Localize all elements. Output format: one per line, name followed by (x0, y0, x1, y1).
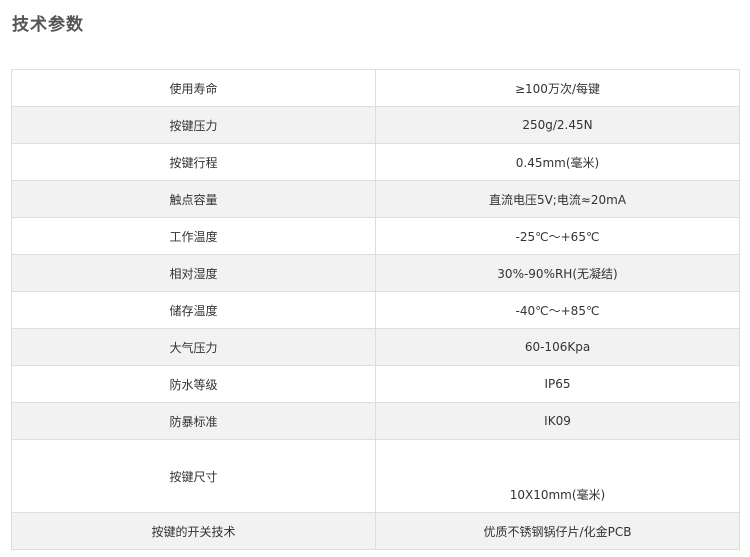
spec-label: 按键压力 (11, 106, 376, 144)
table-row: 相对湿度 30%-90%RH(无凝结) (11, 254, 740, 292)
table-row: 触点容量 直流电压5V;电流≈20mA (11, 180, 740, 218)
table-row: 工作温度 -25℃～+65℃ (11, 217, 740, 255)
spec-label: 防暴标准 (11, 402, 376, 440)
table-row: 使用寿命 ≥100万次/每键 (11, 69, 740, 107)
table-row: 按键的开关技术 优质不锈钢锅仔片/化金PCB (11, 512, 740, 550)
spec-value: 30%-90%RH(无凝结) (375, 254, 740, 292)
spec-label: 相对湿度 (11, 254, 376, 292)
spec-value: IK09 (375, 402, 740, 440)
table-row: 按键行程 0.45mm(毫米) (11, 143, 740, 181)
table-row: 储存温度 -40℃～+85℃ (11, 291, 740, 329)
spec-value: 250g/2.45N (375, 106, 740, 144)
spec-label: 储存温度 (11, 291, 376, 329)
spec-table: 使用寿命 ≥100万次/每键 按键压力 250g/2.45N 按键行程 0.45… (11, 69, 740, 550)
table-row: 防暴标准 IK09 (11, 402, 740, 440)
page-title: 技术参数 (12, 15, 84, 35)
spec-label: 大气压力 (11, 328, 376, 366)
table-row: 防水等级 IP65 (11, 365, 740, 403)
spec-label: 触点容量 (11, 180, 376, 218)
table-row: 按键尺寸 10X10mm(毫米) (11, 439, 740, 513)
spec-value: 10X10mm(毫米) (375, 439, 740, 513)
spec-label: 使用寿命 (11, 69, 376, 107)
spec-label: 按键的开关技术 (11, 512, 376, 550)
spec-value: 60-106Kpa (375, 328, 740, 366)
spec-value: IP65 (375, 365, 740, 403)
spec-value: 直流电压5V;电流≈20mA (375, 180, 740, 218)
spec-value: 优质不锈钢锅仔片/化金PCB (375, 512, 740, 550)
spec-label: 工作温度 (11, 217, 376, 255)
spec-value: ≥100万次/每键 (375, 69, 740, 107)
spec-value: -25℃～+65℃ (375, 217, 740, 255)
spec-label: 按键尺寸 (11, 439, 376, 513)
spec-label: 按键行程 (11, 143, 376, 181)
spec-label: 防水等级 (11, 365, 376, 403)
table-row: 大气压力 60-106Kpa (11, 328, 740, 366)
table-row: 按键压力 250g/2.45N (11, 106, 740, 144)
spec-value: 0.45mm(毫米) (375, 143, 740, 181)
spec-value: -40℃～+85℃ (375, 291, 740, 329)
